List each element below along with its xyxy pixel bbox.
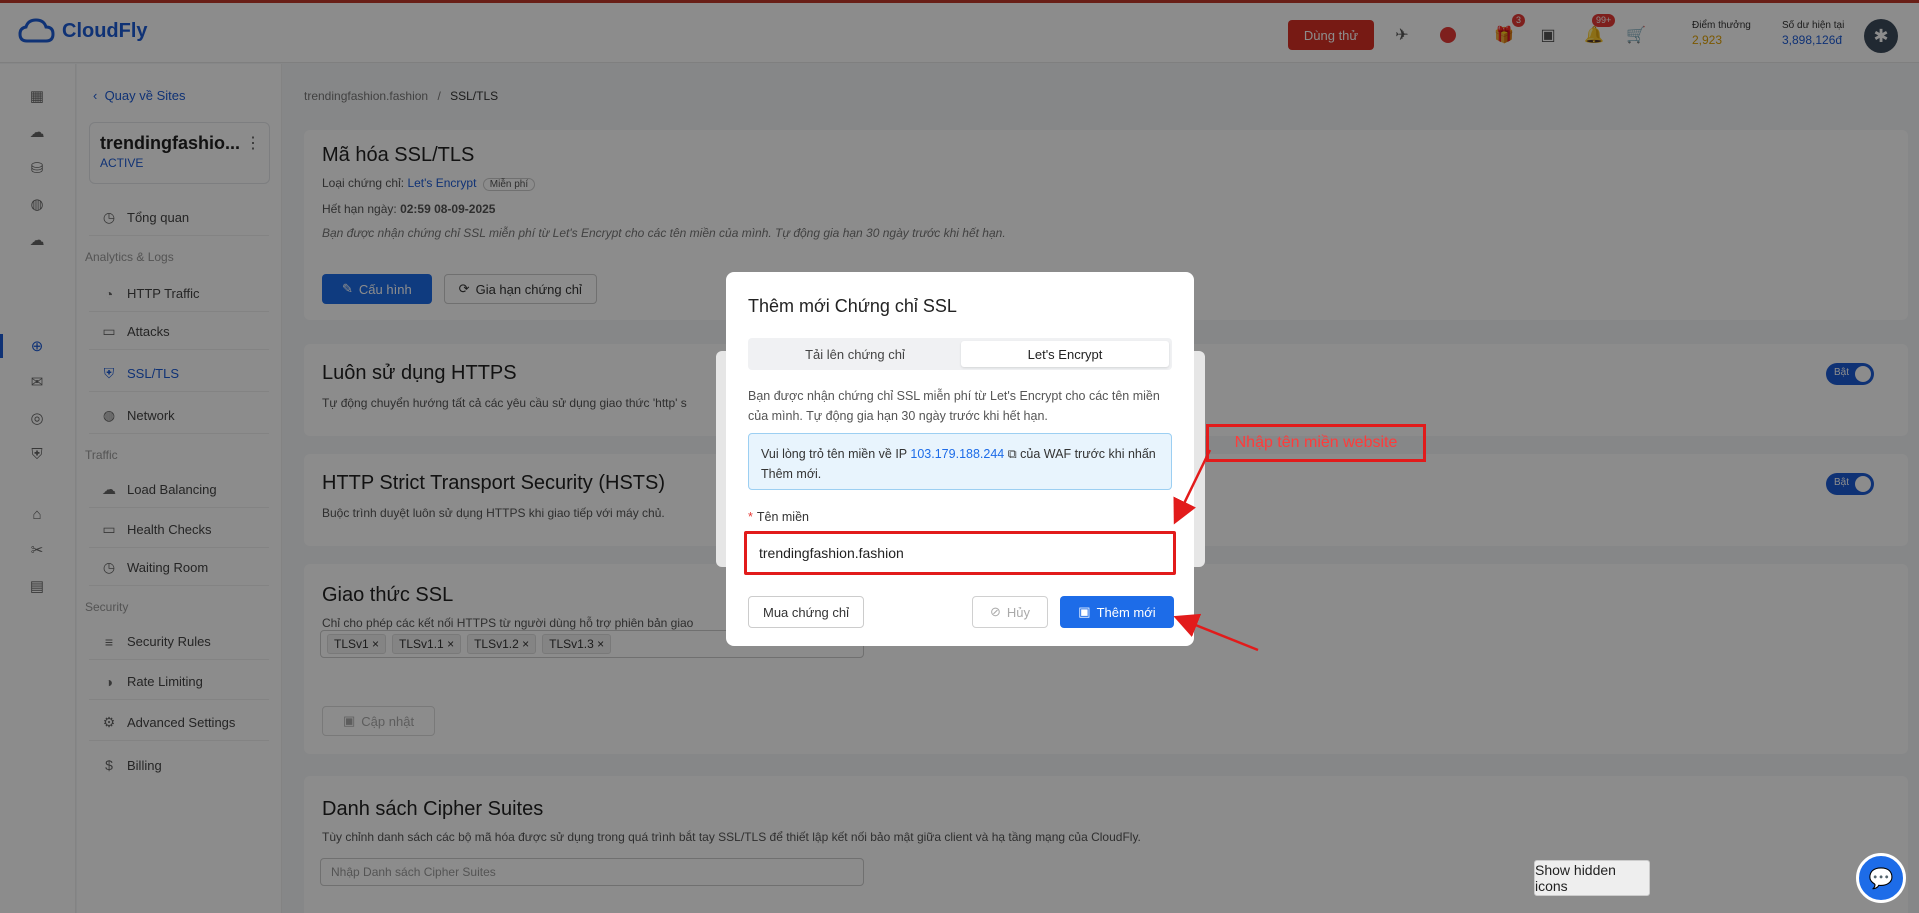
arrow-to-domain-input (1173, 449, 1212, 525)
show-hidden-icons-button[interactable]: Show hidden icons (1534, 860, 1650, 896)
annotation-arrows (1173, 449, 1259, 652)
chat-icon[interactable]: 💬 (1856, 853, 1906, 903)
arrow-to-add-button (1173, 613, 1259, 652)
